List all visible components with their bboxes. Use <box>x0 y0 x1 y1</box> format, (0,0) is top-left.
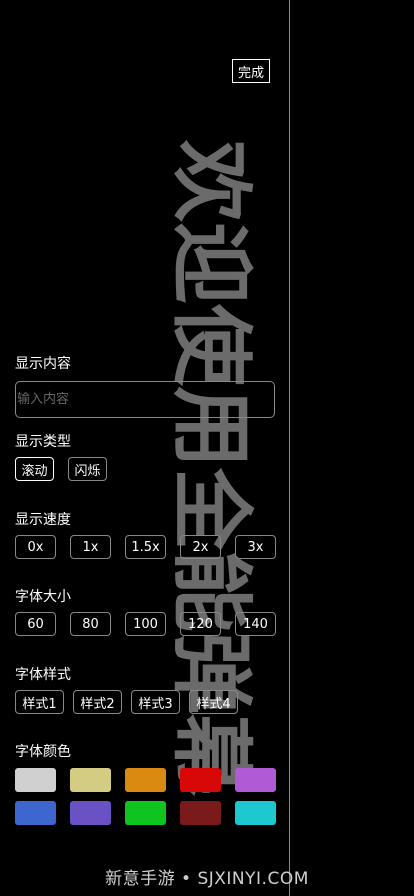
font-size-option-100[interactable]: 100 <box>125 612 166 636</box>
done-button[interactable]: 完成 <box>232 59 270 83</box>
speed-option-1-5x[interactable]: 1.5x <box>125 535 166 559</box>
preview-divider <box>289 0 290 896</box>
color-swatch-green[interactable] <box>125 801 166 825</box>
content-input[interactable] <box>15 381 275 418</box>
color-swatch-light-gray[interactable] <box>15 768 56 792</box>
watermark: 新意手游 • SJXINYI.COM <box>105 869 309 889</box>
font-style-option-3[interactable]: 样式3 <box>131 690 180 714</box>
font-style-label: 字体样式 <box>15 667 71 683</box>
font-style-option-1[interactable]: 样式1 <box>15 690 64 714</box>
color-swatch-dark-red[interactable] <box>180 801 221 825</box>
danmaku-preview: 欢迎使用全能弹幕 <box>160 140 260 840</box>
color-swatch-orange[interactable] <box>125 768 166 792</box>
speed-label: 显示速度 <box>15 512 71 528</box>
speed-option-2x[interactable]: 2x <box>180 535 221 559</box>
speed-option-1x[interactable]: 1x <box>70 535 111 559</box>
color-swatch-red[interactable] <box>180 768 221 792</box>
color-swatch-purple[interactable] <box>235 768 276 792</box>
color-swatch-violet[interactable] <box>70 801 111 825</box>
font-size-option-60[interactable]: 60 <box>15 612 56 636</box>
color-swatch-cyan[interactable] <box>235 801 276 825</box>
content-label: 显示内容 <box>15 356 71 372</box>
font-size-option-80[interactable]: 80 <box>70 612 111 636</box>
font-size-label: 字体大小 <box>15 589 71 605</box>
font-color-label: 字体颜色 <box>15 744 71 760</box>
type-flash-option[interactable]: 闪烁 <box>68 457 107 481</box>
speed-option-3x[interactable]: 3x <box>235 535 276 559</box>
font-style-option-2[interactable]: 样式2 <box>73 690 122 714</box>
font-size-option-140[interactable]: 140 <box>235 612 276 636</box>
font-style-option-4[interactable]: 样式4 <box>189 690 238 714</box>
type-scroll-option[interactable]: 滚动 <box>15 457 54 481</box>
color-swatch-khaki[interactable] <box>70 768 111 792</box>
display-type-label: 显示类型 <box>15 434 71 450</box>
color-swatch-blue[interactable] <box>15 801 56 825</box>
speed-option-0x[interactable]: 0x <box>15 535 56 559</box>
font-size-option-120[interactable]: 120 <box>180 612 221 636</box>
